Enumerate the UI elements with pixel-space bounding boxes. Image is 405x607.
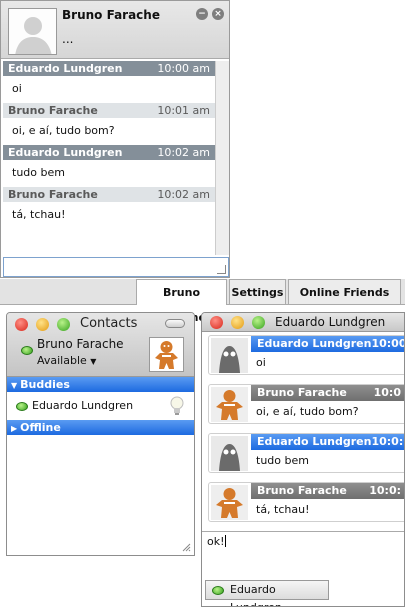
text-caret: [224, 535, 226, 547]
message-sender: Bruno Farache: [8, 188, 98, 201]
im-titlebar: Eduardo Lundgren: [202, 313, 404, 332]
chat-input[interactable]: [3, 257, 229, 277]
close-button[interactable]: [15, 318, 28, 331]
message-text: oi: [12, 82, 22, 95]
group-header-buddies[interactable]: ▼ Buddies: [7, 377, 194, 392]
collapsed-triangle-icon: ▶: [11, 424, 18, 433]
message-sender: Eduardo Lundgren: [257, 337, 372, 350]
my-status-menu[interactable]: Available ▼: [37, 354, 96, 367]
buddy-name: Eduardo Lundgren: [32, 399, 134, 412]
message-time: 10:02 am: [157, 188, 210, 201]
group-name: Offline: [20, 421, 61, 434]
message-header: Bruno Farache 10:01 am: [3, 103, 215, 118]
my-name: Bruno Farache: [37, 337, 124, 351]
im-message-log: Eduardo Lundgren 10:00 oi Bruno Farache …: [202, 333, 405, 529]
message-header: Eduardo Lundgren 10:00 am: [3, 61, 215, 76]
message-text: tudo bem: [256, 454, 309, 467]
lightbulb-icon: [170, 396, 184, 415]
buddy-avatar: [211, 436, 248, 471]
contacts-titlebar: Contacts Bruno Farache Available ▼: [7, 313, 194, 377]
tab-settings[interactable]: Settings: [229, 279, 286, 304]
minimize-button[interactable]: [231, 316, 244, 329]
buddy-row[interactable]: Eduardo Lundgren: [7, 394, 194, 418]
my-avatar[interactable]: [149, 337, 184, 372]
message-text: tá, tchau!: [256, 503, 310, 516]
avatar: [8, 8, 57, 55]
zoom-button[interactable]: [57, 318, 70, 331]
my-status-label: Available: [37, 354, 87, 367]
chat-status-text: ...: [62, 32, 74, 46]
group-name: Buddies: [20, 378, 70, 391]
minimize-icon[interactable]: −: [196, 8, 208, 20]
message-text: oi: [256, 356, 266, 369]
message-bubble: Eduardo Lundgren 10:0: tudo bem: [208, 433, 404, 473]
message-text: oi, e aí, tudo bom?: [256, 405, 359, 418]
message-time: 10:0: [373, 386, 401, 399]
minimize-button[interactable]: [36, 318, 49, 331]
im-title: Eduardo Lundgren: [275, 315, 386, 329]
message-item: Eduardo Lundgren 10:02 am tudo bem: [3, 145, 215, 187]
message-text: oi, e aí, tudo bom?: [12, 124, 115, 137]
message-text: tudo bem: [12, 166, 65, 179]
message-header: Bruno Farache 10:0: [251, 385, 404, 401]
message-time: 10:01 am: [157, 104, 210, 117]
contacts-window: Contacts Bruno Farache Available ▼ ▼ Budd…: [6, 312, 195, 556]
im-input[interactable]: ok!: [202, 531, 404, 584]
message-bubble: Bruno Farache 10:0 oi, e aí, tudo bom?: [208, 384, 404, 424]
message-sender: Bruno Farache: [8, 104, 98, 117]
close-button[interactable]: [210, 316, 223, 329]
tab-bruno-farache[interactable]: Bruno Farache: [136, 279, 227, 324]
message-sender: Bruno Farache: [257, 386, 347, 399]
message-log: Eduardo Lundgren 10:00 am oi Bruno Farac…: [3, 61, 215, 255]
online-status-icon: [16, 402, 28, 411]
message-header: Bruno Farache 10:02 am: [3, 187, 215, 202]
message-header: Bruno Farache 10:0:: [251, 483, 404, 499]
message-sender: Eduardo Lundgren: [8, 146, 123, 159]
my-avatar: [211, 387, 248, 422]
message-time: 10:00: [371, 337, 405, 350]
message-time: 10:00 am: [157, 62, 210, 75]
im-window: Eduardo Lundgren Eduardo Lundgren 10:00 …: [201, 312, 405, 607]
message-time: 10:0:: [371, 435, 404, 448]
message-item: Eduardo Lundgren 10:00 am oi: [3, 61, 215, 103]
group-header-offline[interactable]: ▶ Offline: [7, 420, 194, 435]
contacts-title: Contacts: [80, 316, 138, 331]
message-header: Eduardo Lundgren 10:0:: [251, 434, 404, 450]
zoom-button[interactable]: [252, 316, 265, 329]
online-status-icon: [212, 586, 224, 595]
buddy-avatar: [211, 338, 248, 373]
message-sender: Bruno Farache: [257, 484, 347, 497]
expanded-triangle-icon: ▼: [11, 381, 18, 390]
message-bubble: Eduardo Lundgren 10:00 oi: [208, 335, 405, 375]
resize-grip-icon[interactable]: [182, 543, 191, 552]
message-text: tá, tchau!: [12, 208, 66, 221]
conversation-tab[interactable]: Eduardo Lundgren: [205, 580, 329, 606]
chat-window: Bruno Farache ... − × Eduardo Lundgren 1…: [0, 0, 230, 278]
message-time: 10:02 am: [157, 146, 210, 159]
conversation-tab-label: Eduardo Lundgren: [230, 583, 282, 606]
toolbar-toggle-button[interactable]: [165, 319, 185, 328]
message-log-scrollbar[interactable]: [215, 61, 229, 255]
chat-contact-name: Bruno Farache: [62, 8, 160, 22]
message-bubble: Bruno Farache 10:0: tá, tchau!: [208, 482, 404, 522]
message-header: Eduardo Lundgren 10:00: [251, 336, 405, 352]
message-item: Bruno Farache 10:01 am oi, e aí, tudo bo…: [3, 103, 215, 145]
my-avatar: [211, 485, 248, 520]
message-sender: Eduardo Lundgren: [257, 435, 372, 448]
close-icon[interactable]: ×: [212, 8, 224, 20]
resize-grip-icon[interactable]: [217, 265, 226, 274]
message-header: Eduardo Lundgren 10:02 am: [3, 145, 215, 160]
dropdown-arrow-icon: ▼: [90, 357, 97, 366]
tab-online-friends[interactable]: Online Friends (1): [288, 279, 401, 324]
im-input-value: ok!: [207, 535, 225, 548]
online-status-icon: [21, 346, 33, 355]
message-sender: Eduardo Lundgren: [8, 62, 123, 75]
message-time: 10:0:: [369, 484, 401, 497]
chat-header: Bruno Farache ... − ×: [1, 1, 229, 59]
message-item: Bruno Farache 10:02 am tá, tchau!: [3, 187, 215, 229]
